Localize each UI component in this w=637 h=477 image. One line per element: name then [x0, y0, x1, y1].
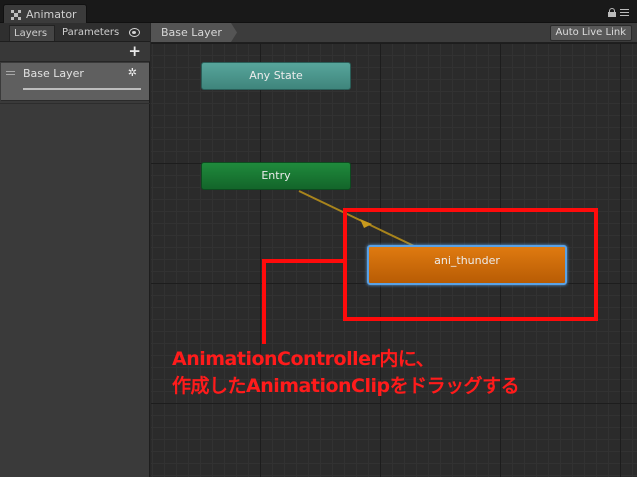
add-layer-button[interactable]: +: [128, 43, 141, 59]
window-tab-strip: Animator: [0, 0, 637, 24]
layer-weight-slider[interactable]: [23, 88, 141, 90]
layers-toolbar: +: [0, 42, 150, 62]
animator-window-tab[interactable]: Animator: [3, 4, 87, 24]
callout-line-vertical: [262, 259, 266, 344]
annotation-text: AnimationController内に、 作成したAnimationClip…: [172, 346, 520, 400]
auto-live-link-button[interactable]: Auto Live Link: [549, 25, 632, 41]
highlight-box: [343, 208, 598, 321]
animator-icon: [11, 10, 21, 20]
left-panel: Layers Parameters + Base Layer ✲: [0, 23, 150, 477]
graph-toolbar: Base Layer Auto Live Link: [151, 23, 637, 43]
callout-line-horizontal: [262, 259, 345, 263]
window-menu-icon[interactable]: [620, 9, 629, 16]
eye-icon[interactable]: [129, 28, 140, 37]
lock-icon[interactable]: [608, 8, 616, 17]
tab-layers[interactable]: Layers: [9, 25, 55, 41]
state-any-state[interactable]: Any State: [201, 62, 351, 90]
layer-name: Base Layer: [23, 67, 84, 80]
breadcrumb-base-layer[interactable]: Base Layer: [151, 23, 237, 42]
layer-item-base[interactable]: Base Layer ✲: [1, 63, 149, 101]
gear-icon[interactable]: ✲: [128, 67, 137, 79]
animator-tab-label: Animator: [26, 8, 77, 21]
state-entry[interactable]: Entry: [201, 162, 351, 190]
panel-tabs: Layers Parameters: [0, 23, 150, 42]
annotation-line-1: AnimationController内に、: [172, 348, 435, 370]
drag-handle-icon[interactable]: [6, 71, 15, 75]
annotation-line-2: 作成したAnimationClipをドラッグする: [172, 375, 520, 397]
divider: [0, 103, 150, 104]
